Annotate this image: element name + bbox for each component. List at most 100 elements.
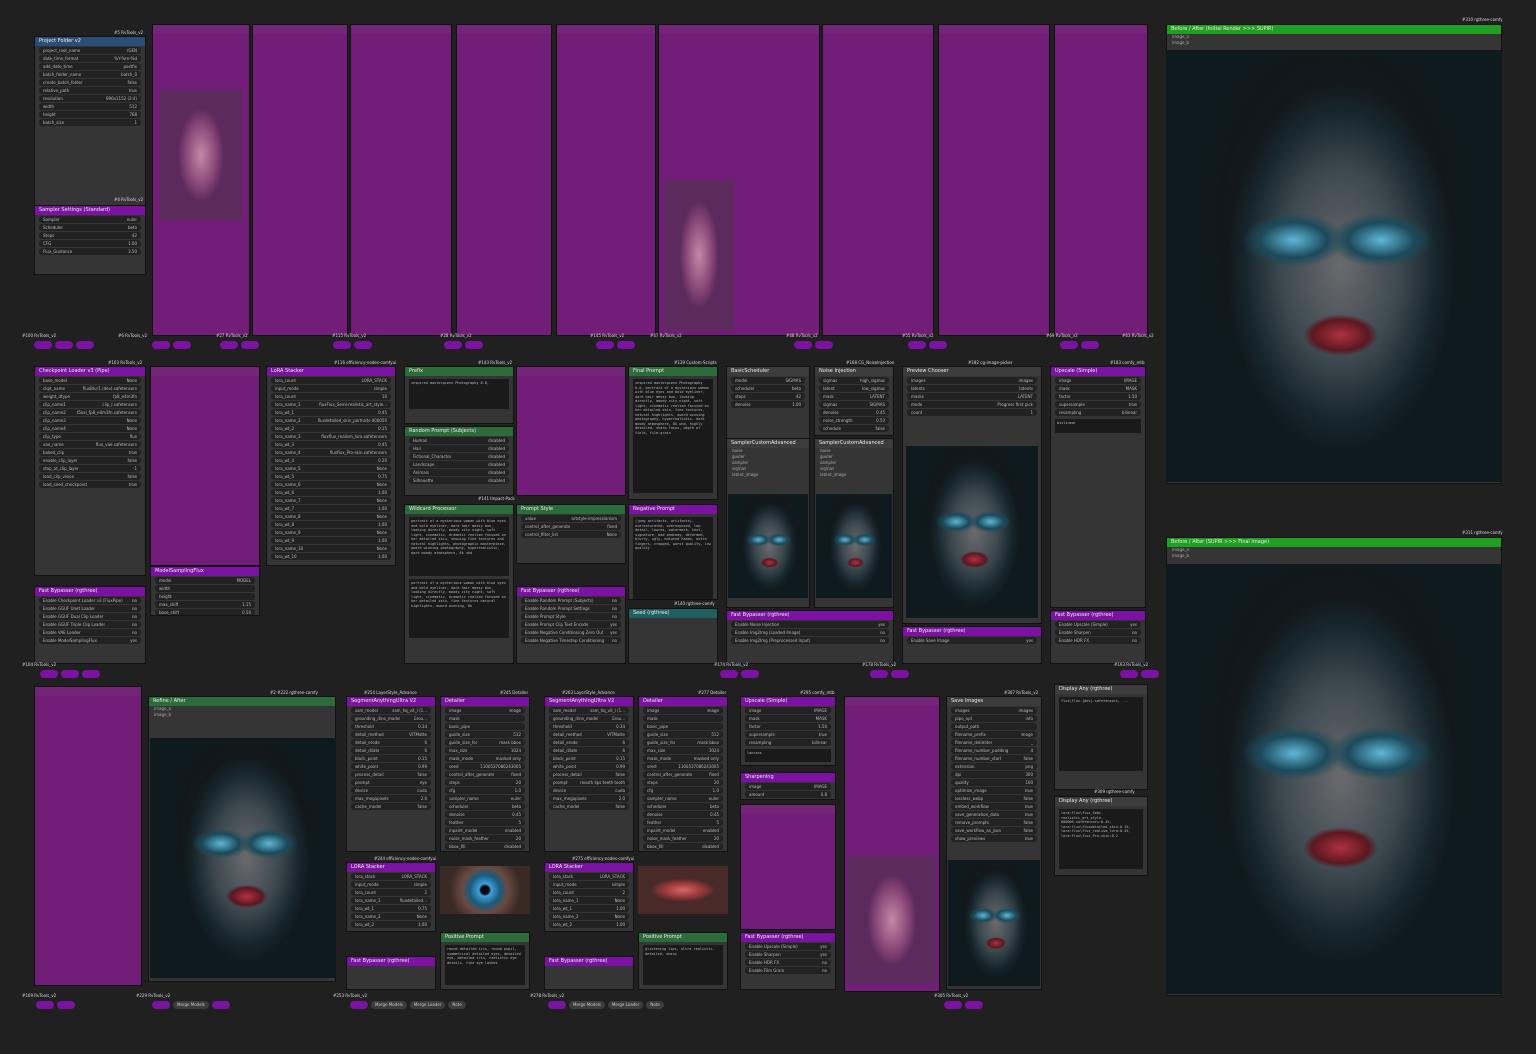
final-prompt-node-title[interactable]: Final Prompt <box>629 367 717 376</box>
bypassed-node-1-title[interactable] <box>153 25 249 34</box>
widget-row[interactable]: images images <box>907 377 1037 384</box>
widget-row[interactable]: output_path <box>951 723 1037 730</box>
widget-row[interactable]: lora_name_1 fluxFlux_Semi-realistic_art_s… <box>271 401 391 408</box>
seed-node-title[interactable]: Seed (rgthree) <box>629 609 717 618</box>
widget-row[interactable]: mask_mode masked only <box>445 755 525 762</box>
sharpening-node-title[interactable]: Sharpening <box>741 773 835 782</box>
widget-row[interactable]: Enable VAE Loader no <box>39 629 141 636</box>
widget-row[interactable]: image image <box>643 707 723 714</box>
fast-bypasser-save-title[interactable]: Fast Bypasser (rgthree) <box>903 627 1041 636</box>
toolbar-chip[interactable]: Merge Loader <box>409 1001 446 1009</box>
widget-row[interactable]: sam_model sam_hq_vit_l (1... <box>549 707 629 714</box>
checkpoint-loader-node[interactable]: Checkpoint Loader v3 (Pipe) base_model Non… <box>34 366 146 576</box>
widget-row[interactable]: process_detail false <box>351 771 431 778</box>
widget-row[interactable]: lora_name_2 None <box>549 913 629 920</box>
widget-row[interactable]: clip_name3 None <box>39 417 141 424</box>
toolbar-chip[interactable]: Merge Models <box>371 1001 407 1009</box>
display-any-node-1-textarea[interactable]: flux\flux-[dev].safetensors, ... <box>1059 697 1143 771</box>
widget-row[interactable]: guide_size_for mask bbox <box>643 739 723 746</box>
widget-row[interactable]: lora_name_7 None <box>271 497 391 504</box>
widget-row[interactable]: image IMAGE <box>1055 377 1141 384</box>
toolbar-chip[interactable] <box>741 670 759 678</box>
widget-row[interactable]: Sampler euler <box>39 216 141 223</box>
widget-row[interactable]: sam_model sam_hq_vit_l (1... <box>351 707 431 714</box>
widget-row[interactable]: device cuda <box>549 787 629 794</box>
widget-row[interactable]: process_detail false <box>549 771 629 778</box>
widget-row[interactable]: Enable Film Grain no <box>745 967 831 974</box>
widget-row[interactable]: lora_name_8 None <box>271 513 391 520</box>
upscale-node[interactable]: Upscale (Simple) image IMAGE mask MASK factor… <box>1050 366 1146 608</box>
detailer-right[interactable]: Detailer image image mask basic_pipe guide_si… <box>638 696 728 852</box>
fast-bypasser-prompts[interactable]: Fast Bypasser (rgthree) Enable Random Pro… <box>516 586 626 664</box>
widget-row[interactable]: supersample true <box>745 731 831 738</box>
model-sampling-node[interactable]: ModelSamplingFlux model MODEL width height ma… <box>150 566 260 616</box>
widget-row[interactable]: guide_size 512 <box>643 731 723 738</box>
segment-anything-left-title[interactable]: SegmentAnythingUltra V2 <box>347 697 435 706</box>
widget-row[interactable]: factor 1.50 <box>745 723 831 730</box>
toolbar-chip[interactable]: Merge Loader <box>607 1001 644 1009</box>
refine-after-node-title[interactable]: Refine / After <box>149 697 335 706</box>
fast-bypasser-post-title[interactable]: Fast Bypasser (rgthree) <box>741 933 835 942</box>
toolbar-chip[interactable] <box>596 341 614 349</box>
lora-stacker-right[interactable]: LORA Stacker lora_stack LORA_STACK input_mo… <box>544 862 634 932</box>
widget-row[interactable]: images images <box>951 707 1037 714</box>
widget-row[interactable]: count 1 <box>907 409 1037 416</box>
widget-row[interactable]: show_previews true <box>951 835 1037 842</box>
widget-row[interactable]: Enable Img2Img (Preprocessed Input) no <box>731 637 889 644</box>
widget-row[interactable]: scheduler beta <box>731 385 805 392</box>
widget-row[interactable]: denoise 0.45 <box>643 811 723 818</box>
widget-row[interactable]: cache_model false <box>351 803 431 810</box>
positive-prompt-left[interactable]: Positive Prompt round detailed iris, roun… <box>440 932 530 990</box>
lora-stacker-left-title[interactable]: LORA Stacker <box>347 863 435 872</box>
widget-row[interactable]: Scheduler beta <box>39 224 141 231</box>
toolbar-chip[interactable] <box>965 1001 983 1009</box>
widget-row[interactable]: cache_model false <box>549 803 629 810</box>
bypassed-preview-node-title[interactable] <box>845 697 939 706</box>
basic-scheduler-node-title[interactable]: BasicScheduler <box>727 367 809 376</box>
widget-row[interactable]: lora_name_3 fluxflux_realism_lora.safeten… <box>271 433 391 440</box>
final-prompt-node-textarea[interactable]: inspired masterpiece Photography 8.0, po… <box>633 379 713 493</box>
widget-row[interactable]: stop_at_clip_layer -1 <box>39 465 141 472</box>
upscale-bottom-node-textarea[interactable]: lanczos <box>745 749 831 762</box>
widget-row[interactable]: detail_dilate 6 <box>351 747 431 754</box>
bypassed-node-4-title[interactable] <box>457 25 551 34</box>
lora-stacker-left[interactable]: LORA Stacker lora_stack LORA_STACK input_mo… <box>346 862 436 932</box>
bypassed-node-8[interactable] <box>938 24 1050 336</box>
final-prompt-node[interactable]: Final Prompt inspired masterpiece Photogr… <box>628 366 718 500</box>
widget-row[interactable]: Enable GGUF Unet Loader no <box>39 605 141 612</box>
widget-row[interactable]: date_time_format %Y-%m-%d <box>39 55 141 62</box>
bypassed-node-4[interactable] <box>456 24 552 336</box>
widget-row[interactable]: Enable Random Prompt Settings no <box>521 605 621 612</box>
widget-row[interactable]: white_point 0.99 <box>351 763 431 770</box>
widget-row[interactable]: max_megapixels 2.0 <box>549 795 629 802</box>
bypassed-fx-node[interactable] <box>740 804 836 930</box>
upscale-node-textarea[interactable]: bislinear <box>1055 419 1141 433</box>
positive-prompt-left-title[interactable]: Positive Prompt <box>441 933 529 942</box>
widget-row[interactable]: Enable Prompt Clip Text Encode yes <box>521 621 621 628</box>
compare-bottom-node-title[interactable]: Before / After (SUPIR >>> Final Image) <box>1167 538 1501 547</box>
widget-row[interactable]: schedule false <box>819 425 889 432</box>
widget-row[interactable]: Enable Save Image yes <box>907 637 1037 644</box>
widget-row[interactable]: detail_method VITMatte <box>351 731 431 738</box>
widget-row[interactable]: detail_erode 6 <box>351 739 431 746</box>
bypassed-refine-node-title[interactable] <box>35 687 141 696</box>
toolbar-chip[interactable] <box>794 341 812 349</box>
toolbar-chip[interactable] <box>61 670 79 678</box>
widget-row[interactable]: prompt eye <box>351 779 431 786</box>
widget-row[interactable]: lora_stack LORA_STACK <box>351 873 431 880</box>
widget-row[interactable]: white_point 0.99 <box>549 763 629 770</box>
widget-row[interactable]: save_generation_data true <box>951 811 1037 818</box>
widget-row[interactable]: threshold 0.34 <box>549 723 629 730</box>
noise-injection-node[interactable]: Noise Injection sigmas high_sigmas latent lo… <box>814 366 894 436</box>
widget-row[interactable]: base_shift 0.50 <box>155 609 255 615</box>
widget-row[interactable]: mode Progress first pick <box>907 401 1037 408</box>
fast-bypasser-loaders-title[interactable]: Fast Bypasser (rgthree) <box>35 587 145 596</box>
fast-bypasser-upscale-title[interactable]: Fast Bypasser (rgthree) <box>1051 611 1145 620</box>
toolbar-chip[interactable] <box>152 341 170 349</box>
widget-row[interactable]: lora_name_4 fluxflux_Pro-skin.safetensors <box>271 449 391 456</box>
widget-row[interactable]: filename_delimiter _ <box>951 739 1037 746</box>
widget-row[interactable]: lora_count 10 <box>271 393 391 400</box>
fast-bypasser-lips[interactable]: Fast Bypasser (rgthree) <box>544 956 634 990</box>
widget-row[interactable]: Enable HDR FX no <box>1055 637 1141 644</box>
toolbar-chip[interactable]: Merge Models <box>173 1001 209 1009</box>
